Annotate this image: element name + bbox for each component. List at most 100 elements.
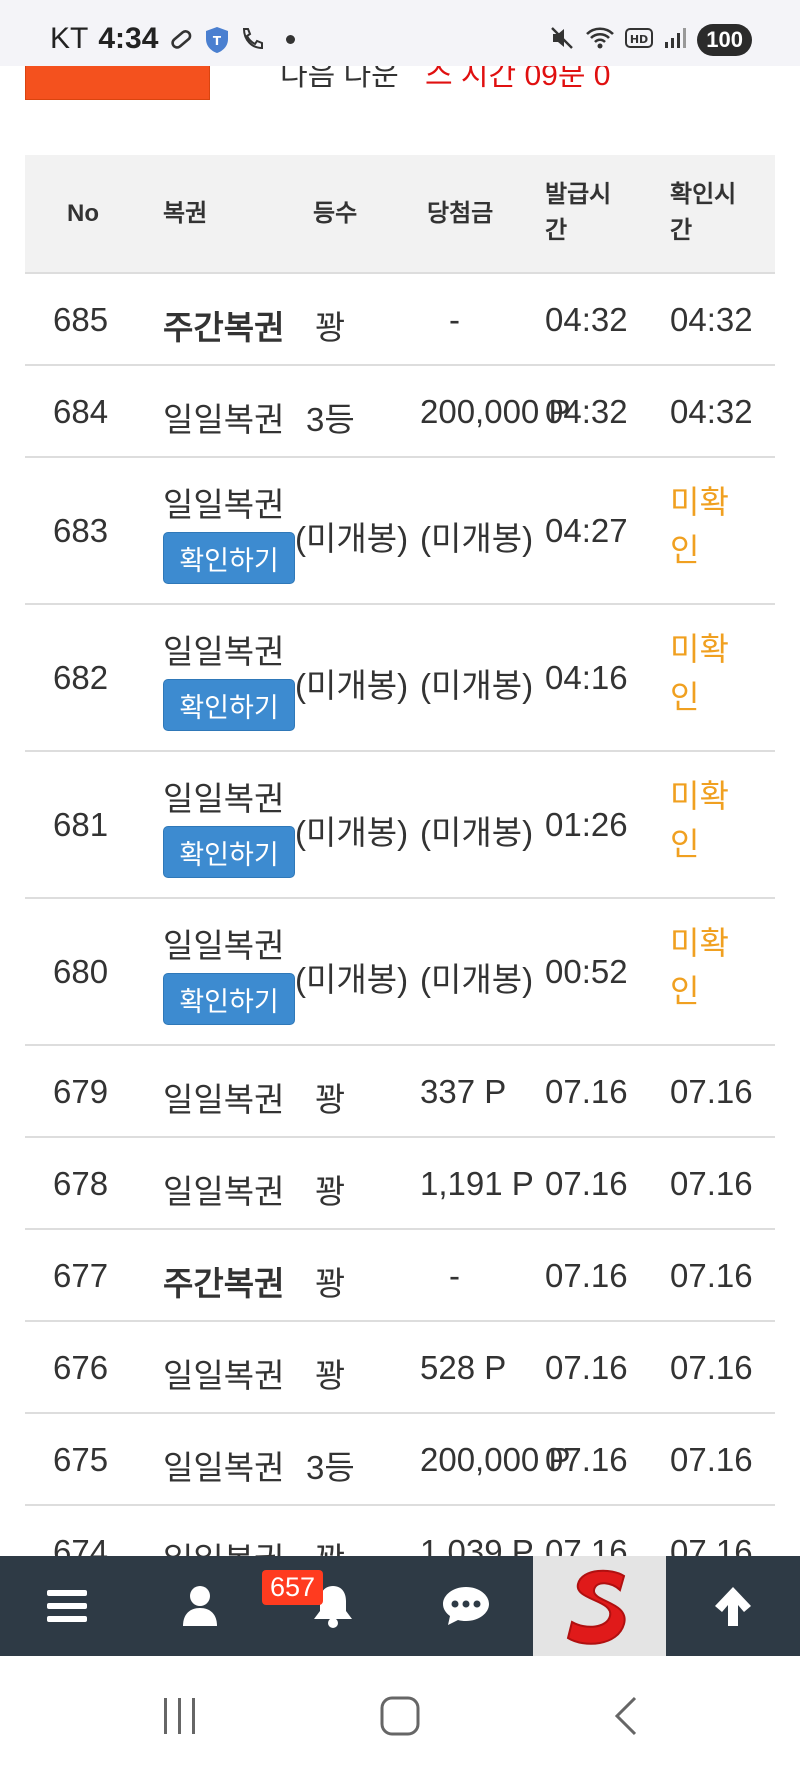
site-logo-button[interactable]	[533, 1556, 666, 1656]
notification-count-badge: 657	[262, 1570, 324, 1605]
cell-rank: 3등	[306, 1449, 355, 1486]
cell-rank: 3등	[306, 401, 355, 438]
cell-no: 685	[53, 301, 109, 338]
cell-kind: 주간복권	[163, 1265, 285, 1302]
recent-apps-button[interactable]	[150, 1686, 210, 1746]
table-row: 676 일일복권 꽝 528 P 07.16 07.16	[25, 1322, 775, 1414]
back-icon	[614, 1696, 637, 1736]
cell-prize: -	[449, 1257, 460, 1294]
partial-timer-text: 스 시간 09분 0	[425, 66, 611, 92]
arrow-up-icon	[714, 1587, 751, 1626]
back-button[interactable]	[596, 1686, 656, 1746]
menu-button[interactable]	[0, 1556, 133, 1656]
header-no: No	[67, 200, 99, 227]
unconfirmed-line1: 미확	[670, 631, 729, 667]
chat-button[interactable]	[399, 1556, 532, 1656]
header-issued-line2: 간	[545, 217, 568, 244]
table-row: 684 일일복권 3등 200,000 P 04:32 04:32	[25, 366, 775, 458]
unconfirmed-line1: 미확	[670, 778, 729, 814]
system-navigation	[0, 1656, 800, 1778]
cell-issued: 07.16	[545, 1073, 628, 1110]
header-issued-line1: 발급시	[545, 181, 612, 208]
site-logo	[566, 1569, 625, 1645]
status-bar: KT 4:34 T HD 100	[0, 0, 800, 66]
svg-text:HD: HD	[630, 33, 648, 46]
profile-button[interactable]	[133, 1556, 266, 1656]
battery-indicator: 100	[697, 24, 752, 56]
header-checked: 확인시 간	[670, 177, 736, 249]
unconfirmed-status: 미확인	[670, 625, 740, 721]
status-right: HD 100	[549, 24, 752, 56]
user-icon	[182, 1586, 217, 1626]
cell-rank: (미개봉)	[295, 667, 409, 704]
confirm-button[interactable]: 확인하기	[163, 679, 295, 731]
cell-issued: 07.16	[545, 1257, 628, 1294]
cell-no: 678	[53, 1165, 109, 1202]
cell-issued: 01:26	[545, 806, 628, 843]
hd-icon: HD	[625, 26, 654, 55]
cell-issued: 07.16	[545, 1349, 628, 1386]
recent-apps-icon	[164, 1698, 195, 1734]
unconfirmed-status: 미확인	[670, 478, 740, 574]
unconfirmed-line2: 인	[670, 532, 700, 568]
cell-checked: 07.16	[670, 1257, 753, 1294]
table-row: 680 일일복권 확인하기 (미개봉) (미개봉) 00:52 미확 인	[25, 899, 775, 1046]
cell-rank: 꽝	[315, 1357, 346, 1394]
cell-kind: 일일복권	[163, 780, 285, 817]
cell-rank: 꽝	[315, 309, 346, 346]
cell-checked: 07.16	[670, 1073, 753, 1110]
table-row: 675 일일복권 3등 200,000 P 07.16 07.16	[25, 1414, 775, 1506]
cell-no: 675	[53, 1441, 109, 1478]
notification-dot-icon	[286, 34, 296, 44]
cell-prize: -	[449, 301, 460, 338]
cell-rank: (미개봉)	[295, 814, 409, 851]
table-row: 678 일일복권 꽝 1,191 P 07.16 07.16	[25, 1138, 775, 1230]
cell-checked: 04:32	[670, 301, 753, 338]
header-checked-line2: 간	[670, 217, 693, 244]
cell-no: 677	[53, 1257, 109, 1294]
cell-kind: 일일복권	[163, 1173, 285, 1210]
header-checked-line1: 확인시	[670, 181, 737, 208]
confirm-button[interactable]: 확인하기	[163, 826, 295, 878]
confirm-button[interactable]: 확인하기	[163, 532, 295, 584]
cell-issued: 07.16	[545, 1441, 628, 1478]
scroll-top-button[interactable]	[666, 1556, 799, 1656]
cell-kind: 일일복권	[163, 1081, 285, 1118]
cell-issued: 04:32	[545, 393, 628, 430]
cell-kind: 주간복권	[163, 309, 285, 346]
carrier-label: KT	[50, 22, 89, 55]
orange-action-button[interactable]	[25, 66, 210, 100]
table-header: No 복권 등수 당첨금 발급시 간 확인시 간	[25, 155, 775, 274]
header-rank: 등수	[313, 200, 358, 227]
cell-no: 676	[53, 1349, 109, 1386]
cell-rank: 꽝	[315, 1081, 346, 1118]
cell-prize: (미개봉)	[420, 814, 534, 851]
cell-checked: 04:32	[670, 393, 753, 430]
unconfirmed-status: 미확인	[670, 772, 740, 868]
header-issued: 발급시 간	[545, 177, 611, 249]
unconfirmed-line2: 인	[670, 679, 700, 715]
cell-rank: 꽝	[315, 1265, 346, 1302]
cell-checked: 07.16	[670, 1441, 753, 1478]
cell-issued: 04:32	[545, 301, 628, 338]
menu-icon	[46, 1590, 87, 1622]
table-row: 679 일일복권 꽝 337 P 07.16 07.16	[25, 1046, 775, 1138]
home-button[interactable]	[370, 1686, 430, 1746]
table-row: 685 주간복권 꽝 - 04:32 04:32	[25, 274, 775, 366]
cell-no: 680	[53, 953, 109, 990]
table-row: 683 일일복권 확인하기 (미개봉) (미개봉) 04:27 미확 인	[25, 458, 775, 605]
confirm-button[interactable]: 확인하기	[163, 973, 295, 1025]
unconfirmed-line2: 인	[670, 826, 700, 862]
mute-icon	[549, 25, 575, 56]
cell-rank: 꽝	[315, 1173, 346, 1210]
chat-icon	[442, 1587, 489, 1625]
wifi-icon	[585, 25, 615, 56]
call-app-icon	[240, 26, 266, 52]
cell-prize: 528 P	[420, 1349, 507, 1386]
clock: 4:34	[98, 22, 159, 55]
cell-prize: (미개봉)	[420, 667, 534, 704]
svg-text:T: T	[213, 34, 222, 48]
unconfirmed-line1: 미확	[670, 484, 729, 520]
top-partial-header: 다음 다운 스 시간 09분 0	[0, 66, 800, 106]
cell-no: 679	[53, 1073, 109, 1110]
